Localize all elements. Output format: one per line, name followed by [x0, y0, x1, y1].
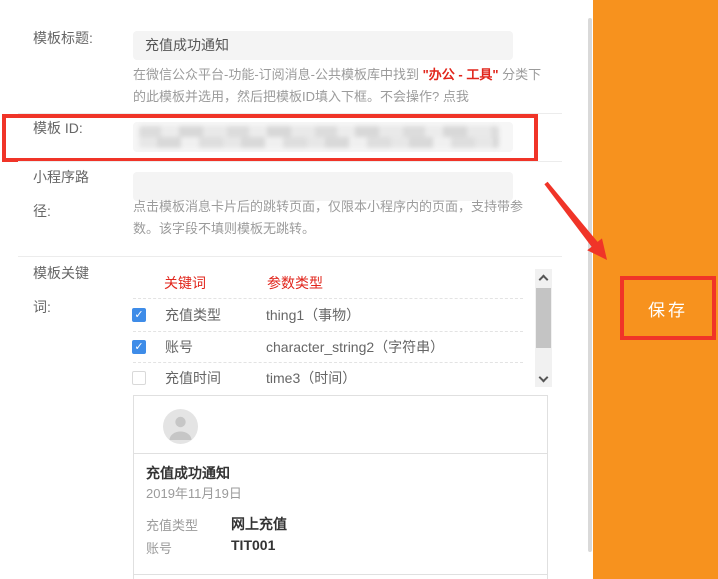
save-button[interactable]: 保存	[620, 276, 716, 340]
template-title-input[interactable]: 充值成功通知	[133, 31, 513, 60]
row-separator	[133, 331, 523, 332]
path-help: 点击模板消息卡片后的跳转页面，仅限本小程序内的页面，支持带参数。该字段不填则模板…	[133, 196, 541, 240]
card-divider	[134, 453, 547, 454]
keyword-checkbox[interactable]	[132, 308, 146, 322]
keyword-row: 充值时间 time3（时间）	[132, 364, 527, 392]
template-preview-card: 充值成功通知 2019年11月19日 充值类型 网上充值 账号 TIT001	[133, 395, 548, 579]
help-text-part1: 在微信公众平台-功能-订阅消息-公共模板库中找到	[133, 67, 423, 82]
template-title-label: 模板标题:	[33, 21, 93, 55]
keyword-param-type: thing1（事物）	[266, 305, 360, 325]
template-id-input[interactable]	[133, 122, 513, 152]
keyword-name: 充值类型	[165, 305, 248, 325]
keyword-param-type: time3（时间）	[266, 368, 356, 388]
card-divider	[134, 574, 547, 575]
keyword-row: 充值类型 thing1（事物）	[132, 301, 527, 329]
keyword-row: 账号 character_string2（字符串）	[132, 333, 527, 361]
preview-field-value: 网上充值	[231, 514, 287, 534]
template-title-help: 在微信公众平台-功能-订阅消息-公共模板库中找到 "办公 - 工具" 分类下的此…	[133, 64, 547, 108]
path-label: 小程序路径:	[33, 160, 97, 228]
keywords-label: 模板关键词:	[33, 256, 97, 324]
template-config-page: 模板标题: 充值成功通知 在微信公众平台-功能-订阅消息-公共模板库中找到 "办…	[0, 0, 718, 579]
scroll-up-icon[interactable]	[535, 271, 552, 287]
section-divider	[18, 161, 562, 162]
section-divider	[18, 113, 562, 114]
preview-field-label: 充值类型	[146, 515, 198, 534]
preview-field-label: 账号	[146, 538, 172, 557]
template-id-label: 模板 ID:	[33, 111, 83, 145]
keyword-checkbox[interactable]	[132, 371, 146, 385]
preview-title: 充值成功通知	[146, 463, 230, 483]
keyword-param-type: character_string2（字符串）	[266, 337, 444, 357]
row-separator	[133, 298, 523, 299]
keyword-column-header: 关键词	[164, 273, 206, 293]
avatar	[163, 409, 198, 444]
keyword-checkbox[interactable]	[132, 340, 146, 354]
keyword-name: 账号	[165, 337, 248, 357]
param-type-column-header: 参数类型	[267, 273, 323, 293]
row-separator	[133, 362, 523, 363]
keyword-list-scrollbar[interactable]	[535, 269, 552, 387]
page-scrollbar-thumb[interactable]	[588, 18, 592, 552]
preview-field-value: TIT001	[231, 537, 275, 553]
preview-date: 2019年11月19日	[146, 483, 242, 502]
help-category-highlight: "办公 - 工具"	[423, 67, 499, 82]
section-divider	[18, 256, 562, 257]
scroll-down-icon[interactable]	[535, 369, 552, 385]
keyword-name: 充值时间	[165, 368, 248, 388]
scrollbar-thumb[interactable]	[536, 288, 551, 348]
blurred-id-value	[139, 126, 499, 148]
